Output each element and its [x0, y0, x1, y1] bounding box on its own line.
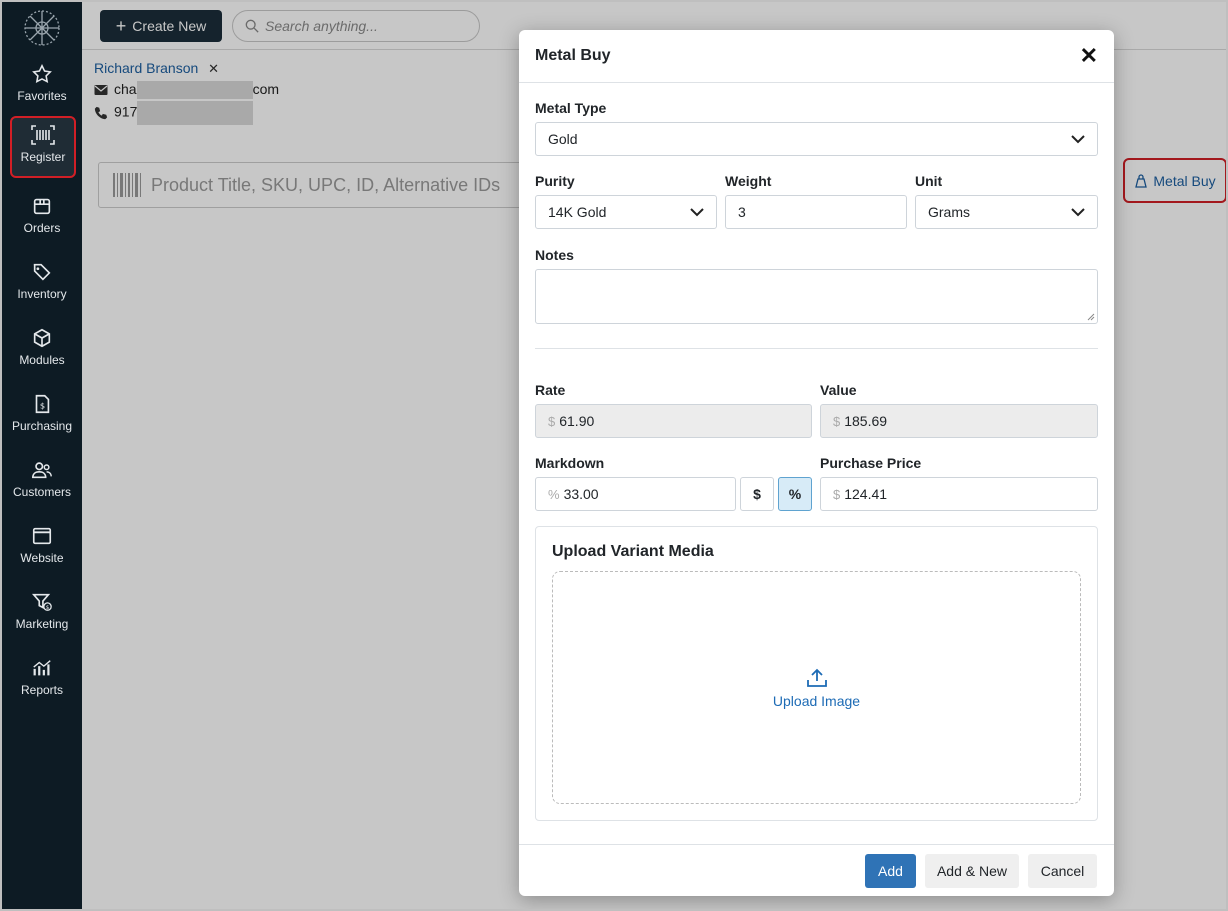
markdown-value: 33.00 — [563, 486, 599, 502]
svg-text:$: $ — [46, 605, 50, 611]
value-value: 185.69 — [844, 413, 888, 429]
rate-label: Rate — [535, 382, 566, 398]
close-icon[interactable]: ✕ — [1080, 45, 1098, 67]
sidebar-item-label: Orders — [23, 221, 61, 235]
sidebar-item-reports[interactable]: Reports — [6, 650, 78, 712]
chevron-down-icon — [690, 207, 704, 216]
sidebar-item-label: Website — [20, 551, 64, 565]
purity-select[interactable]: 14K Gold — [535, 195, 717, 229]
sidebar-item-label: Register — [20, 150, 66, 164]
weight-input[interactable]: 3 — [725, 195, 907, 229]
star-icon — [32, 63, 52, 84]
weight-value: 3 — [738, 204, 746, 220]
currency-prefix: $ — [548, 413, 556, 429]
upload-variant-media-card: Upload Variant Media Upload Image — [535, 526, 1098, 821]
sidebar-item-customers[interactable]: Customers — [6, 452, 78, 514]
metal-type-value: Gold — [548, 131, 578, 147]
currency-prefix: $ — [833, 413, 841, 429]
sidebar-item-modules[interactable]: Modules — [6, 320, 78, 382]
add-and-new-button[interactable]: Add & New — [925, 854, 1019, 888]
currency-prefix: $ — [833, 486, 841, 502]
purity-label: Purity — [535, 173, 575, 189]
resize-handle-icon[interactable] — [1087, 313, 1095, 321]
sidebar-item-label: Reports — [20, 683, 64, 697]
metal-type-select[interactable]: Gold — [535, 122, 1098, 156]
markdown-input[interactable]: % 33.00 — [535, 477, 736, 511]
upload-dropzone[interactable]: Upload Image — [552, 571, 1081, 804]
purity-value: 14K Gold — [548, 204, 607, 220]
cube-icon — [33, 328, 51, 348]
markdown-percent-toggle[interactable]: % — [778, 477, 812, 511]
dollar-toggle-label: $ — [753, 486, 761, 502]
cancel-button-label: Cancel — [1040, 863, 1085, 879]
value-label: Value — [820, 382, 857, 398]
notes-textarea[interactable] — [535, 269, 1098, 324]
modal-footer: Add Add & New Cancel — [519, 844, 1114, 896]
sidebar-item-label: Inventory — [17, 287, 67, 301]
value-field: $ 185.69 — [820, 404, 1098, 438]
purchase-price-label: Purchase Price — [820, 455, 922, 471]
modal-title: Metal Buy — [535, 47, 611, 64]
users-icon — [32, 462, 52, 479]
rate-field: $ 61.90 — [535, 404, 812, 438]
sidebar-item-register[interactable]: Register — [10, 116, 76, 178]
add-button-label: Add — [878, 863, 903, 879]
cancel-button[interactable]: Cancel — [1028, 854, 1097, 888]
rate-value: 61.90 — [559, 413, 595, 429]
barcode-icon — [31, 125, 55, 145]
section-divider — [535, 348, 1098, 349]
chevron-down-icon — [1071, 207, 1085, 216]
svg-text:$: $ — [40, 401, 45, 411]
app-window: Favorites Register Orders Inventory Modu… — [0, 0, 1228, 911]
percent-toggle-label: % — [788, 486, 802, 502]
sidebar-item-label: Favorites — [17, 89, 67, 103]
markdown-label: Markdown — [535, 455, 605, 471]
sidebar-item-label: Purchasing — [11, 419, 73, 433]
add-new-button-label: Add & New — [936, 863, 1008, 879]
app-logo-icon[interactable] — [22, 8, 62, 48]
chart-icon — [33, 660, 51, 676]
metal-type-label: Metal Type — [535, 100, 607, 116]
sidebar-item-inventory[interactable]: Inventory — [6, 254, 78, 316]
purchase-price-value: 124.41 — [844, 486, 888, 502]
sidebar-item-purchasing[interactable]: $ Purchasing — [6, 386, 78, 448]
sidebar-item-label: Customers — [12, 485, 71, 499]
purchase-price-input[interactable]: $ 124.41 — [820, 477, 1098, 511]
invoice-icon: $ — [35, 394, 50, 414]
percent-prefix: % — [548, 486, 560, 502]
funnel-icon: $ — [31, 593, 52, 611]
sidebar-item-label: Marketing — [15, 617, 69, 631]
sidebar-item-label: Modules — [19, 353, 65, 367]
tags-icon — [33, 263, 51, 281]
metal-buy-modal: Metal Buy ✕ Metal Type Gold Purity 14K G… — [519, 30, 1114, 896]
unit-select[interactable]: Grams — [915, 195, 1098, 229]
box-icon — [33, 198, 51, 215]
notes-label: Notes — [535, 247, 574, 263]
upload-icon — [806, 668, 827, 687]
sidebar-item-marketing[interactable]: $ Marketing — [6, 584, 78, 646]
modal-header: Metal Buy ✕ — [519, 30, 1114, 83]
sidebar-item-favorites[interactable]: Favorites — [6, 56, 78, 118]
upload-card-title: Upload Variant Media — [552, 543, 714, 560]
sidebar: Favorites Register Orders Inventory Modu… — [2, 2, 82, 909]
upload-image-label: Upload Image — [772, 692, 861, 709]
sidebar-item-website[interactable]: Website — [6, 518, 78, 580]
markdown-dollar-toggle[interactable]: $ — [740, 477, 774, 511]
add-button[interactable]: Add — [865, 854, 916, 888]
chevron-down-icon — [1071, 134, 1085, 143]
unit-value: Grams — [928, 204, 970, 220]
weight-label: Weight — [725, 173, 772, 189]
sidebar-item-orders[interactable]: Orders — [6, 188, 78, 250]
window-icon — [32, 527, 52, 545]
unit-label: Unit — [915, 173, 943, 189]
